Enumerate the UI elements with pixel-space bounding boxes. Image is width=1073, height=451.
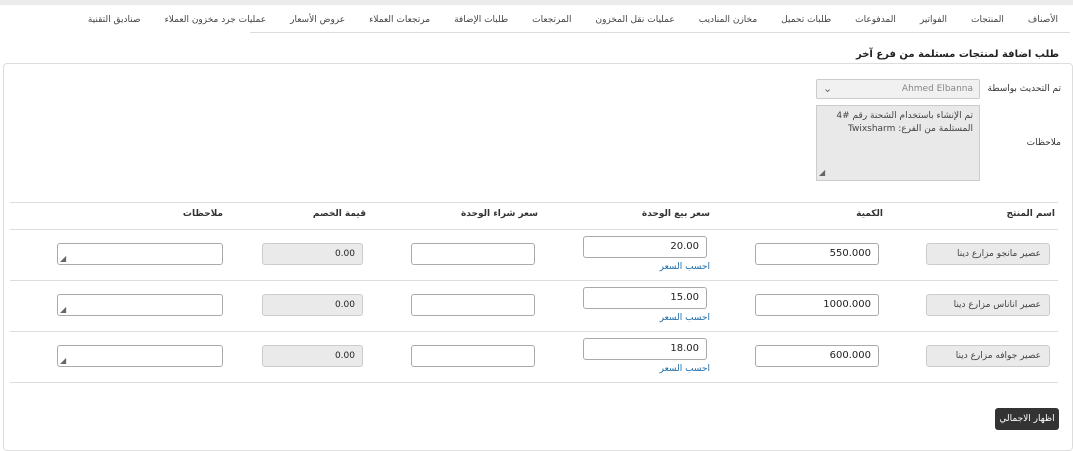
row2-notes-input[interactable]: ◢: [57, 294, 223, 316]
row2-discount: 0.00: [262, 294, 363, 316]
nav-addition-requests[interactable]: طلبات الإضافة: [454, 15, 508, 25]
nav-stock-transfers[interactable]: عمليات نقل المخزون: [595, 15, 674, 25]
table-bottom-line: [10, 382, 1058, 383]
nav-tech-boxes[interactable]: صناديق التقنية: [88, 15, 141, 25]
updated-by-label: تم التحديث بواسطة: [987, 84, 1061, 94]
row1-qty-input[interactable]: 550.000: [755, 243, 879, 265]
header-divider: [10, 229, 1058, 230]
header-product: اسم المنتج: [1006, 209, 1055, 219]
row-divider: [10, 280, 1058, 281]
updated-by-select[interactable]: Ahmed Elbanna ⌄: [816, 79, 980, 99]
page-title: طلب اضافة لمنتجات مستلمة من فرع آخر: [855, 49, 1059, 60]
header-notes: ملاحظات: [182, 209, 223, 219]
updated-by-value: Ahmed Elbanna: [901, 84, 973, 94]
table-top-line: [10, 202, 1058, 203]
header-qty: الكمية: [856, 209, 883, 219]
nav-returns[interactable]: المرتجعات: [532, 15, 571, 25]
header-discount: قيمة الخصم: [312, 209, 366, 219]
row3-qty-input[interactable]: 600.000: [755, 345, 879, 367]
row2-product: عصير اناناس مزارع دينا: [926, 294, 1050, 316]
row3-notes-input[interactable]: ◢: [57, 345, 223, 367]
nav-quotes[interactable]: عروض الأسعار: [290, 15, 345, 25]
row-divider: [10, 331, 1058, 332]
resize-grip-icon[interactable]: ◢: [819, 166, 825, 179]
nav-load-requests[interactable]: طلبات تحميل: [781, 15, 831, 25]
header-unit-purchase: سعر شراء الوحدة: [460, 209, 538, 219]
row2-calc-price-link[interactable]: احسب السعر: [660, 313, 710, 323]
nav-products[interactable]: المنتجات: [971, 15, 1004, 25]
notes-value: تم الإنشاء باستخدام الشحنة رقم #4 المستل…: [836, 111, 973, 134]
resize-grip-icon[interactable]: ◢: [60, 254, 66, 263]
notes-textarea[interactable]: تم الإنشاء باستخدام الشحنة رقم #4 المستل…: [816, 105, 980, 181]
nav-customer-stocktake[interactable]: عمليات جرد مخزون العملاء: [165, 15, 267, 25]
chevron-down-icon: ⌄: [823, 82, 833, 95]
row3-purchase-price-input[interactable]: [411, 345, 535, 367]
row1-sale-price-input[interactable]: 20.00: [583, 236, 707, 258]
row1-purchase-price-input[interactable]: [411, 243, 535, 265]
resize-grip-icon[interactable]: ◢: [60, 305, 66, 314]
nav-invoices[interactable]: الفواتير: [920, 15, 947, 25]
nav-rep-warehouses[interactable]: مخازن المناديب: [699, 15, 757, 25]
row2-qty-input[interactable]: 1000.000: [755, 294, 879, 316]
row2-purchase-price-input[interactable]: [411, 294, 535, 316]
row1-product: عصير مانجو مزارع دينا: [926, 243, 1050, 265]
main-nav: الأصناف المنتجات الفواتير المدفوعات طلبا…: [88, 8, 1070, 33]
header-unit-sale: سعر بيع الوحدة: [641, 209, 710, 219]
row1-notes-input[interactable]: ◢: [57, 243, 223, 265]
nav-customer-returns[interactable]: مرتجعات العملاء: [369, 15, 430, 25]
top-bar: [0, 0, 1073, 5]
nav-payments[interactable]: المدفوعات: [855, 15, 896, 25]
resize-grip-icon[interactable]: ◢: [60, 356, 66, 365]
row2-sale-price-input[interactable]: 15.00: [583, 287, 707, 309]
row3-product: عصير جوافه مزارع دينا: [926, 345, 1050, 367]
row1-calc-price-link[interactable]: احسب السعر: [660, 262, 710, 272]
row3-sale-price-input[interactable]: 18.00: [583, 338, 707, 360]
row3-calc-price-link[interactable]: احسب السعر: [660, 364, 710, 374]
row1-discount: 0.00: [262, 243, 363, 265]
show-total-button[interactable]: اظهار الاجمالي: [995, 408, 1059, 430]
row3-discount: 0.00: [262, 345, 363, 367]
notes-label: ملاحظات: [1026, 138, 1061, 148]
nav-categories[interactable]: الأصناف: [1028, 15, 1058, 25]
